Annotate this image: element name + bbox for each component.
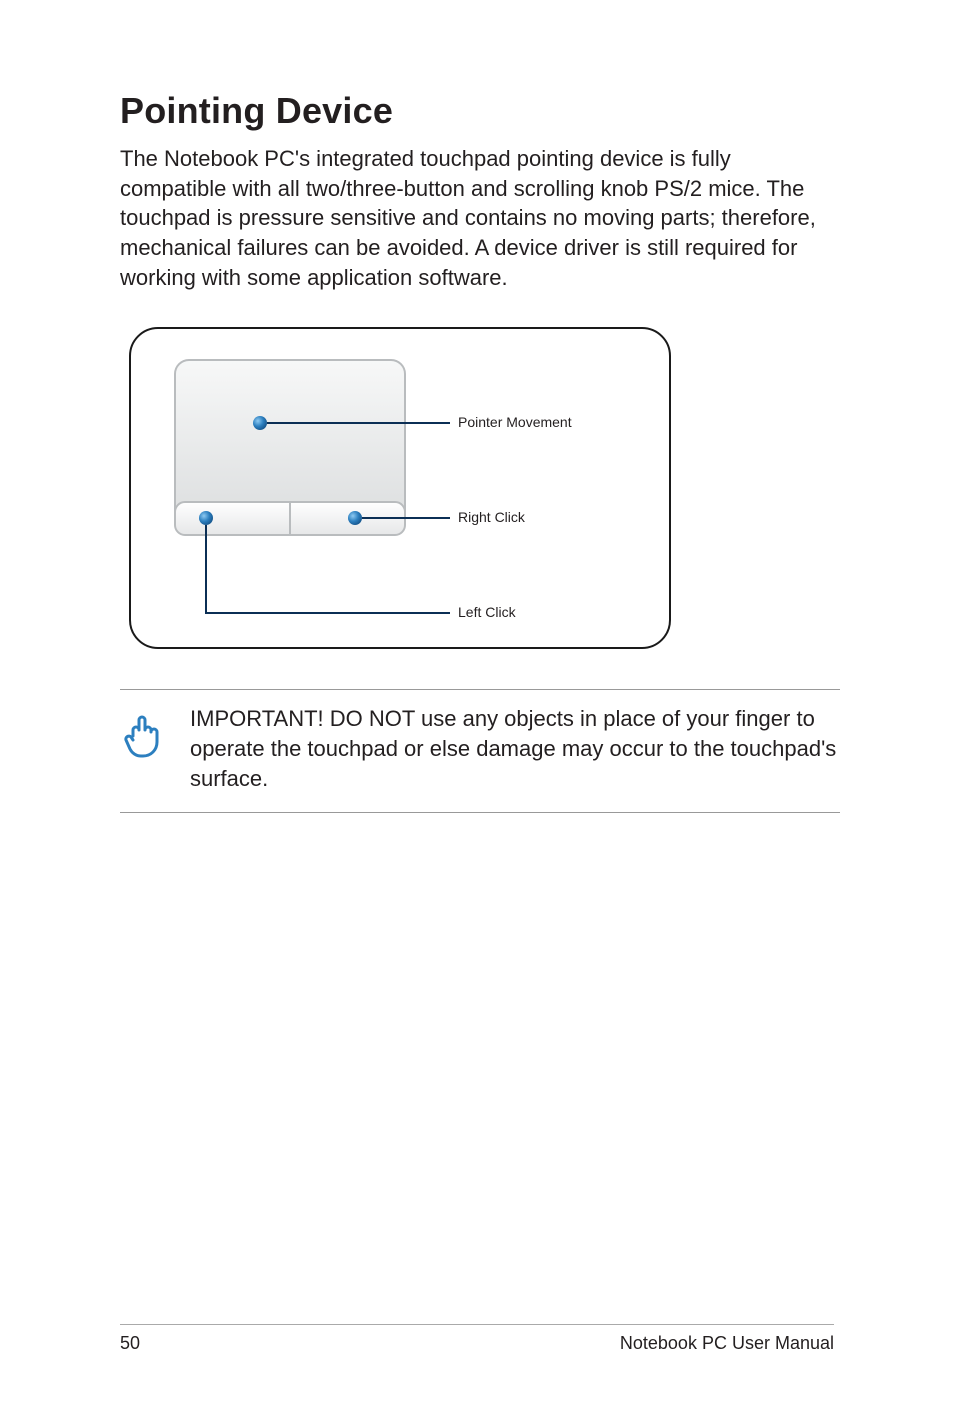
diagram-label-left-click: Left Click [458,604,517,620]
important-note-text: IMPORTANT! DO NOT use any objects in pla… [190,704,840,793]
page-number: 50 [120,1333,140,1354]
page-title: Pointing Device [120,90,834,132]
intro-paragraph: The Notebook PC's integrated touchpad po… [120,144,834,292]
manual-title: Notebook PC User Manual [620,1333,834,1354]
touchpad-diagram: Pointer Movement Right Click Left Click [120,318,834,663]
diagram-label-right-click: Right Click [458,509,526,525]
important-note-block: IMPORTANT! DO NOT use any objects in pla… [120,689,840,812]
page-footer: 50 Notebook PC User Manual [0,1324,954,1354]
diagram-label-pointer-movement: Pointer Movement [458,414,572,430]
hand-icon [120,704,168,758]
document-page: Pointing Device The Notebook PC's integr… [0,0,954,1418]
